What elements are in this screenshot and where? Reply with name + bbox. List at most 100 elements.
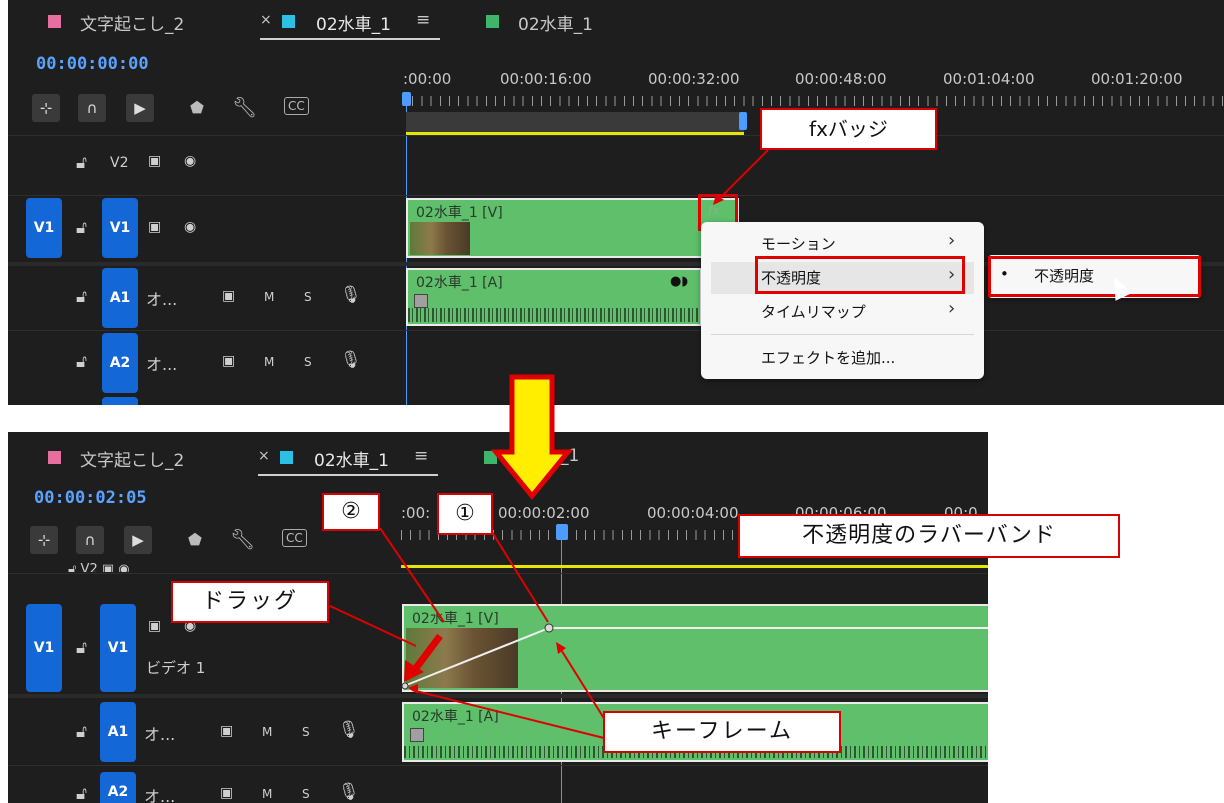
chevron-right-icon: › bbox=[948, 298, 956, 319]
mic-icon[interactable]: 🎙︎ bbox=[338, 720, 360, 740]
work-area-bar bbox=[401, 565, 988, 568]
fx-badge-audio bbox=[414, 294, 428, 308]
ruler-label: 00:01:04:00 bbox=[943, 70, 1035, 88]
linked-select-icon[interactable]: ▶ bbox=[124, 526, 152, 554]
callout-fx-badge: fxバッジ bbox=[760, 108, 937, 150]
track-divider bbox=[8, 195, 1224, 196]
top-timeline-panel: 文字起こし_2 × 02水車_1 ≡ 02水車_1 00:00:00:00 ⊹ … bbox=[8, 0, 1224, 405]
mute-button[interactable]: M bbox=[264, 290, 274, 304]
playhead-handle[interactable] bbox=[556, 524, 568, 540]
track-target-v1[interactable]: V1 bbox=[102, 198, 138, 258]
wrench-icon[interactable]: 🔧︎ bbox=[230, 527, 255, 551]
film-icon[interactable]: ▣ bbox=[222, 288, 235, 304]
track-target-a2[interactable]: A2 bbox=[102, 333, 138, 393]
mute-button[interactable]: M bbox=[262, 725, 272, 739]
bottom-timeline-panel: 文字起こし_2 × 02水車_1 ≡ _1 00:00:02:05 ⊹ ∩ ▶ … bbox=[8, 432, 988, 803]
track-divider bbox=[8, 330, 1224, 331]
playhead-handle[interactable] bbox=[402, 92, 411, 106]
track-target-a1[interactable]: A1 bbox=[102, 268, 138, 328]
film-icon[interactable]: ▣ bbox=[148, 153, 161, 169]
tab-label: 文字起こし_2 bbox=[80, 15, 185, 35]
ruler-label: 00:00:04:00 bbox=[647, 504, 739, 522]
source-patch-v1[interactable]: V1 bbox=[26, 198, 62, 258]
film-icon[interactable]: ▣ bbox=[148, 219, 161, 235]
lock-icon[interactable]: 🔓︎ bbox=[76, 218, 87, 238]
tab-color-swatch bbox=[280, 451, 293, 464]
lock-icon[interactable]: 🔓︎ bbox=[76, 287, 87, 307]
tab-active-sequence[interactable]: × 02水車_1 ≡ bbox=[258, 446, 438, 476]
mic-icon[interactable]: 🎙︎ bbox=[338, 782, 360, 802]
video-clip[interactable]: 02水車_1 [V] fx bbox=[406, 198, 739, 258]
caption-icon[interactable]: CC bbox=[282, 529, 307, 547]
track-label-v2[interactable]: V2 bbox=[110, 155, 128, 171]
work-area-bar[interactable] bbox=[406, 112, 744, 135]
lock-icon[interactable]: 🔓︎ bbox=[76, 352, 87, 372]
linked-select-icon[interactable]: ▶ bbox=[126, 94, 154, 122]
ruler-label: 00:00:48:00 bbox=[795, 70, 887, 88]
ripple-icon[interactable]: ⊹ bbox=[32, 94, 60, 122]
eye-icon[interactable]: ◉ bbox=[184, 219, 196, 235]
playhead-timecode[interactable]: 00:00:00:00 bbox=[36, 54, 149, 74]
tab-active-sequence[interactable]: × 02水車_1 ≡ bbox=[260, 10, 440, 40]
film-icon[interactable]: ▣ bbox=[220, 785, 233, 801]
callout-step-1: ① bbox=[437, 493, 493, 535]
tab-label: 02水車_1 bbox=[518, 15, 593, 35]
time-ruler[interactable]: :00:00 00:00:16:00 00:00:32:00 00:00:48:… bbox=[403, 60, 1224, 110]
snap-icon[interactable]: ∩ bbox=[78, 94, 106, 122]
film-icon[interactable]: ▣ bbox=[148, 618, 161, 634]
track-header-v2-partial: 🔓︎ V2 ▣ ◉ bbox=[68, 562, 130, 572]
solo-button[interactable]: S bbox=[302, 725, 310, 739]
tab-color-swatch bbox=[486, 15, 499, 28]
tab-menu-icon[interactable]: ≡ bbox=[416, 10, 430, 30]
context-menu[interactable]: モーション › 不透明度 › タイムリマップ › エフェクトを追加... bbox=[701, 222, 984, 379]
solo-button[interactable]: S bbox=[304, 290, 312, 304]
video-clip[interactable]: 02水車_1 [V] bbox=[402, 604, 988, 692]
playhead-timecode[interactable]: 00:00:02:05 bbox=[34, 488, 147, 508]
callout-rubber-band: 不透明度のラバーバンド bbox=[738, 514, 1120, 558]
wrench-icon[interactable]: 🔧︎ bbox=[232, 95, 257, 119]
snap-icon[interactable]: ∩ bbox=[76, 526, 104, 554]
film-icon[interactable]: ▣ bbox=[222, 353, 235, 369]
lock-icon[interactable]: 🔓︎ bbox=[76, 638, 87, 658]
menu-item-add-effect[interactable]: エフェクトを追加... bbox=[761, 347, 895, 368]
solo-button[interactable]: S bbox=[304, 355, 312, 369]
clip-thumbnail bbox=[406, 628, 518, 688]
lock-icon[interactable]: 🔓︎ bbox=[76, 153, 87, 173]
tab-menu-icon[interactable]: ≡ bbox=[414, 446, 428, 466]
tab-close-icon[interactable]: × bbox=[260, 12, 272, 28]
track-target-a3-partial bbox=[102, 397, 138, 405]
track-name-v1: ビデオ 1 bbox=[146, 659, 206, 677]
ruler-label: 00:00:32:00 bbox=[648, 70, 740, 88]
audio-clip[interactable]: 02水車_1 [A] ●◗ bbox=[406, 268, 702, 326]
clip-name: 02水車_1 [A] bbox=[416, 275, 503, 291]
menu-item-motion[interactable]: モーション bbox=[761, 233, 836, 254]
track-divider bbox=[8, 765, 988, 766]
track-target-a1[interactable]: A1 bbox=[100, 702, 136, 762]
ruler-label: :00: bbox=[401, 504, 431, 522]
tab-color-swatch bbox=[48, 15, 61, 28]
clip-name: 02水車_1 [V] bbox=[416, 205, 503, 221]
marker-icon[interactable]: ⬟ bbox=[188, 530, 202, 549]
lock-icon[interactable]: 🔓︎ bbox=[76, 784, 87, 803]
caption-icon[interactable]: CC bbox=[284, 97, 309, 115]
clip-name: 02水車_1 [A] bbox=[412, 709, 499, 725]
mic-icon[interactable]: 🎙︎ bbox=[340, 350, 362, 370]
track-target-a2[interactable]: A2 bbox=[100, 772, 136, 803]
ruler-label: :00:00 bbox=[403, 70, 452, 88]
marker-icon[interactable]: ⬟ bbox=[190, 98, 204, 117]
work-area-end-handle[interactable] bbox=[739, 112, 747, 130]
chevron-right-icon: › bbox=[948, 230, 956, 251]
mic-icon[interactable]: 🎙︎ bbox=[340, 285, 362, 305]
menu-item-time-remap[interactable]: タイムリマップ bbox=[761, 301, 866, 322]
mute-button[interactable]: M bbox=[264, 355, 274, 369]
mute-button[interactable]: M bbox=[262, 787, 272, 801]
film-icon[interactable]: ▣ bbox=[220, 723, 233, 739]
solo-button[interactable]: S bbox=[302, 787, 310, 801]
track-target-v1[interactable]: V1 bbox=[100, 604, 136, 692]
tab-close-icon[interactable]: × bbox=[258, 448, 270, 464]
eye-icon[interactable]: ◉ bbox=[184, 153, 196, 169]
ripple-icon[interactable]: ⊹ bbox=[30, 526, 58, 554]
source-patch-v1[interactable]: V1 bbox=[26, 604, 62, 692]
lock-icon[interactable]: 🔓︎ bbox=[76, 722, 87, 742]
callout-drag: ドラッグ bbox=[171, 581, 329, 623]
